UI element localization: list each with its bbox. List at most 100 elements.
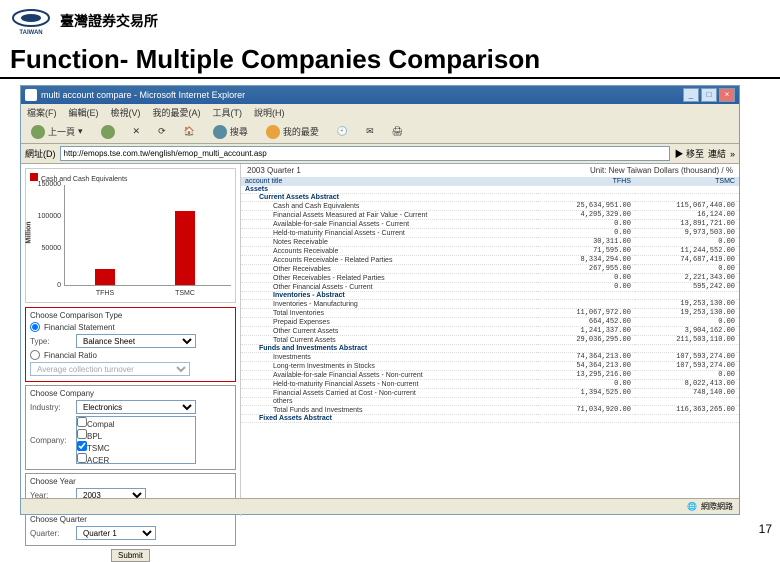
account-label: Accounts Receivable xyxy=(241,247,537,256)
print-button[interactable]: 🖨 xyxy=(386,124,409,139)
page-number: 17 xyxy=(759,522,772,536)
account-label: Inventories - Manufacturing xyxy=(241,300,537,309)
col-account: account title xyxy=(241,177,537,186)
account-label: Fixed Assets Abstract xyxy=(241,415,537,423)
account-label: Financial Assets Measured at Fair Value … xyxy=(241,211,537,220)
unit-label: Unit: New Taiwan Dollars (thousand) / % xyxy=(590,166,733,175)
slide-header: TAIWAN 臺灣證券交易所 xyxy=(0,0,780,42)
account-label: Notes Receivable xyxy=(241,238,537,247)
url-input[interactable]: http://emops.tse.com.tw/english/emop_mul… xyxy=(60,146,671,161)
account-label: Total Current Assets xyxy=(241,336,537,345)
account-label: Available-for-sale Financial Assets - No… xyxy=(241,371,537,380)
titlebar[interactable]: multi account compare - Microsoft Intern… xyxy=(21,86,739,104)
submit-button[interactable]: Submit xyxy=(111,549,150,562)
ie-window: multi account compare - Microsoft Intern… xyxy=(20,85,740,515)
account-label: Assets xyxy=(241,186,537,194)
account-label: Total Funds and Investments xyxy=(241,406,537,415)
address-label: 網址(D) xyxy=(25,147,56,160)
chart-bar xyxy=(95,269,115,285)
menu-view[interactable]: 檢視(V) xyxy=(111,106,141,119)
close-button[interactable]: × xyxy=(719,88,735,102)
forward-icon xyxy=(101,125,115,139)
menubar: 檔案(F) 編輯(E) 檢視(V) 我的最愛(A) 工具(T) 說明(H) xyxy=(21,104,739,120)
financial-table: account title TFHS TSMC AssetsCurrent As… xyxy=(241,177,739,423)
account-label: Available-for-sale Financial Assets - Cu… xyxy=(241,220,537,229)
account-label: Total Inventories xyxy=(241,309,537,318)
account-label: Inventories - Abstract xyxy=(241,292,537,300)
account-label: Other Receivables - Related Parties xyxy=(241,274,537,283)
right-panel: 2003 Quarter 1 Unit: New Taiwan Dollars … xyxy=(241,164,739,516)
links-label[interactable]: 連結 xyxy=(708,147,726,160)
minimize-button[interactable]: _ xyxy=(683,88,699,102)
account-label: others xyxy=(241,398,537,406)
forward-button[interactable] xyxy=(95,123,121,141)
company-listbox[interactable]: Compal BPL TSMC ACER xyxy=(76,416,196,464)
left-panel: Cash and Cash Equivalents Million 150000… xyxy=(21,164,241,516)
company-group: Choose Company Industry:Electronics Comp… xyxy=(25,385,236,470)
chk-compal[interactable] xyxy=(77,417,87,427)
menu-edit[interactable]: 編輯(E) xyxy=(69,106,99,119)
col-company2: TSMC xyxy=(635,177,739,186)
chk-tsmc[interactable] xyxy=(77,441,87,451)
account-label: Other Current Assets xyxy=(241,327,537,336)
home-button[interactable]: 🏠 xyxy=(178,124,201,139)
account-label: Prepaid Expenses xyxy=(241,318,537,327)
back-button[interactable]: 上一頁 ▾ xyxy=(25,123,89,141)
account-label: Cash and Cash Equivalents xyxy=(241,202,537,211)
favorites-button[interactable]: 我的最愛 xyxy=(260,123,325,141)
search-icon xyxy=(213,125,227,139)
col-company1: TFHS xyxy=(537,177,635,186)
quarter-select[interactable]: Quarter 1 xyxy=(76,526,156,540)
stop-button[interactable]: ✕ xyxy=(127,124,147,139)
content-area: Cash and Cash Equivalents Million 150000… xyxy=(21,164,739,516)
quarter-group: Choose Quarter Quarter:Quarter 1 xyxy=(25,511,236,546)
go-button[interactable]: ▶ 移至 xyxy=(674,147,704,160)
account-label: Other Financial Assets - Current xyxy=(241,283,537,292)
chk-acer[interactable] xyxy=(77,453,87,463)
account-label: Current Assets Abstract xyxy=(241,194,537,202)
mail-button[interactable]: ✉ xyxy=(360,124,380,139)
back-icon xyxy=(31,125,45,139)
status-text: 網際網路 xyxy=(701,501,733,512)
account-label: Held-to-maturity Financial Assets - Curr… xyxy=(241,229,537,238)
account-label: Investments xyxy=(241,353,537,362)
period-label: 2003 Quarter 1 xyxy=(247,166,301,175)
chk-bpl[interactable] xyxy=(77,429,87,439)
exchange-name: 臺灣證券交易所 xyxy=(60,11,158,31)
ratio-select[interactable]: Average collection turnover xyxy=(30,362,190,376)
zone-icon: 🌐 xyxy=(687,502,697,511)
svg-text:TAIWAN: TAIWAN xyxy=(19,30,42,36)
y-axis-label: Million xyxy=(26,221,33,243)
status-bar: 🌐 網際網路 xyxy=(21,498,739,514)
twse-logo: TAIWAN xyxy=(10,6,52,36)
menu-fav[interactable]: 我的最愛(A) xyxy=(153,106,201,119)
history-button[interactable]: 🕙 xyxy=(331,124,354,139)
account-label: Accounts Receivable - Related Parties xyxy=(241,256,537,265)
account-label: Financial Assets Carried at Cost - Non-c… xyxy=(241,389,537,398)
menu-help[interactable]: 說明(H) xyxy=(254,106,285,119)
account-label: Held-to-maturity Financial Assets - Non-… xyxy=(241,380,537,389)
slide-title: Function- Multiple Companies Comparison xyxy=(0,42,780,79)
account-label: Funds and Investments Abstract xyxy=(241,345,537,353)
toolbar: 上一頁 ▾ ✕ ⟳ 🏠 搜尋 我的最愛 🕙 ✉ 🖨 xyxy=(21,120,739,144)
menu-tools[interactable]: 工具(T) xyxy=(213,106,243,119)
chart-area: Cash and Cash Equivalents Million 150000… xyxy=(25,168,236,303)
window-title: multi account compare - Microsoft Intern… xyxy=(41,90,245,100)
menu-file[interactable]: 檔案(F) xyxy=(27,106,57,119)
maximize-button[interactable]: □ xyxy=(701,88,717,102)
comparison-type-group: Choose Comparison Type Financial Stateme… xyxy=(25,307,236,382)
account-label: Other Receivables xyxy=(241,265,537,274)
industry-select[interactable]: Electronics xyxy=(76,400,196,414)
address-bar: 網址(D) http://emops.tse.com.tw/english/em… xyxy=(21,144,739,164)
star-icon xyxy=(266,125,280,139)
chart-plot: 150000 100000 50000 0 TFHS TSMC xyxy=(64,185,231,286)
type-select[interactable]: Balance Sheet xyxy=(76,334,196,348)
refresh-button[interactable]: ⟳ xyxy=(152,124,172,139)
ie-icon xyxy=(25,89,37,101)
radio-financial-ratio[interactable] xyxy=(30,350,40,360)
search-button[interactable]: 搜尋 xyxy=(207,123,254,141)
account-label: Long-term Investments in Stocks xyxy=(241,362,537,371)
chart-bar xyxy=(175,211,195,285)
legend-swatch xyxy=(30,173,38,181)
radio-financial-statement[interactable] xyxy=(30,322,40,332)
